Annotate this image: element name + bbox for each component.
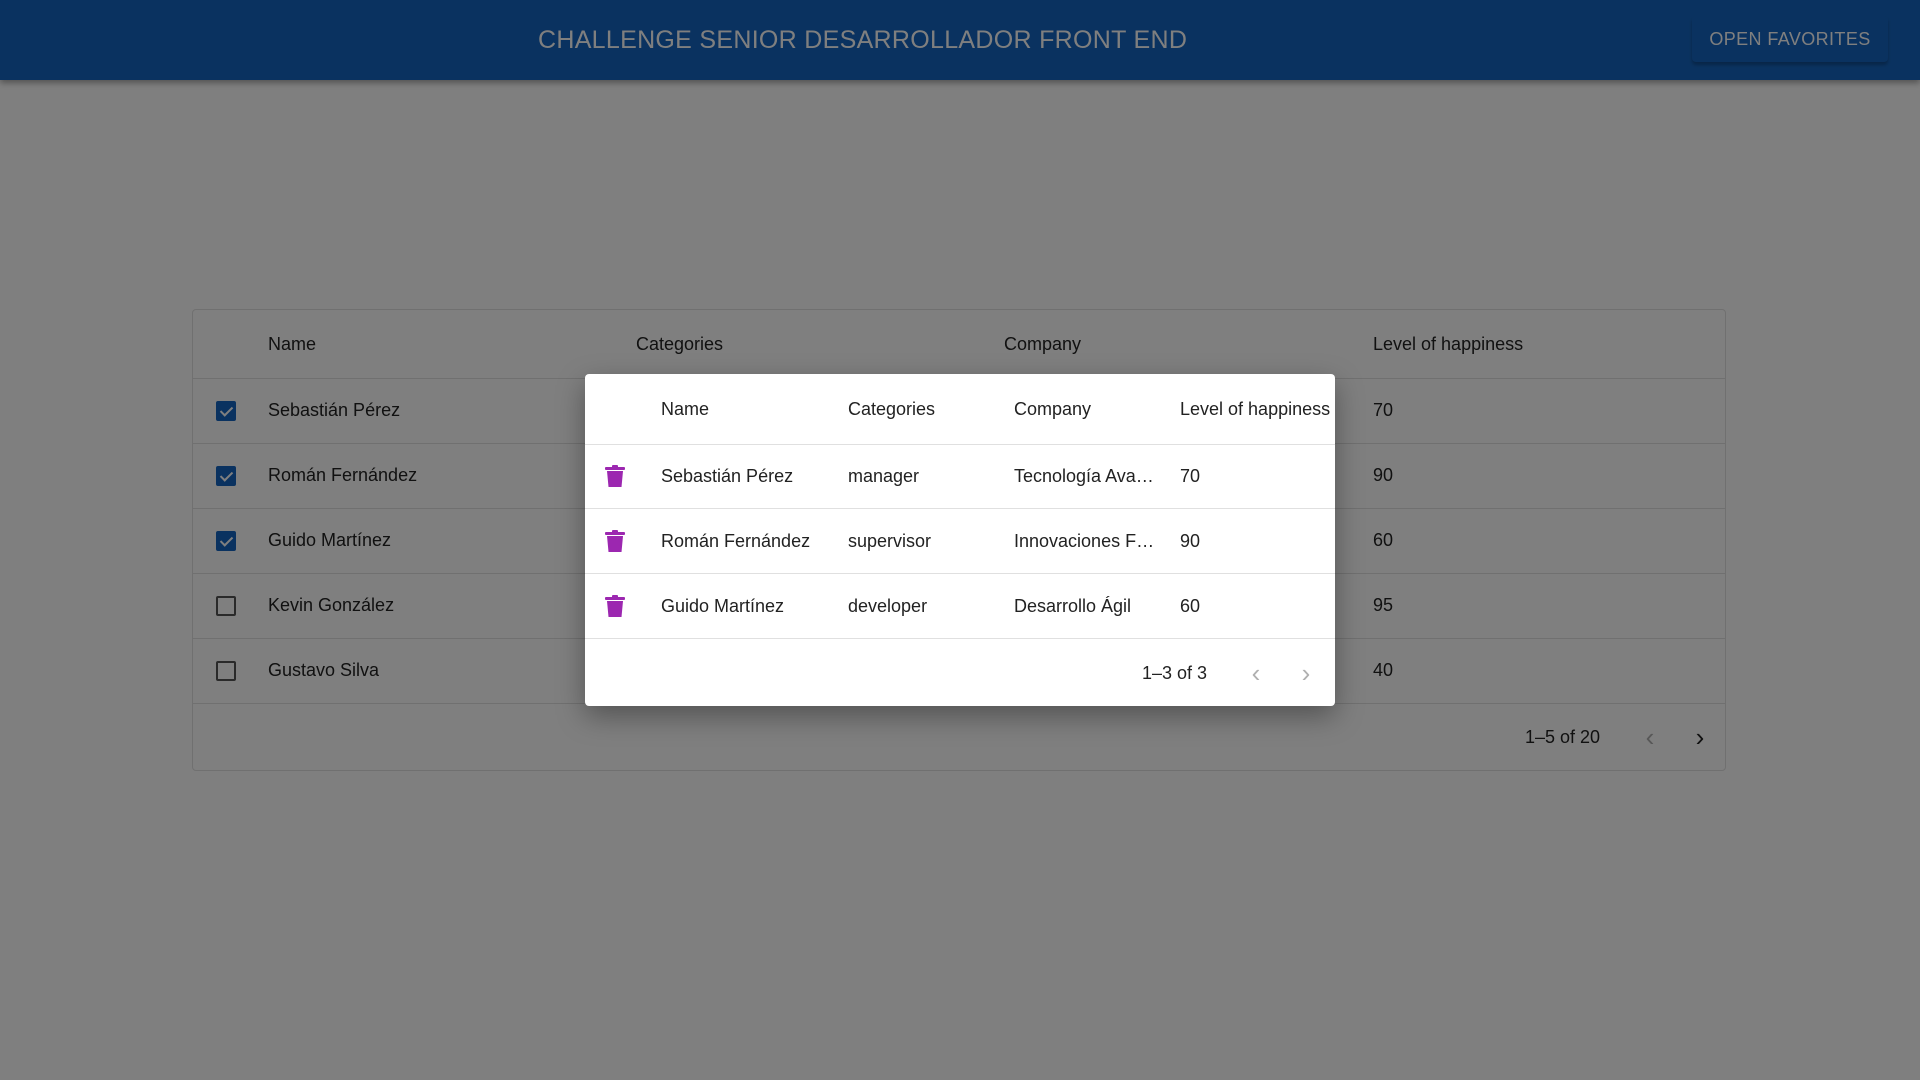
pagination-label: 1–3 of 3: [1142, 663, 1208, 683]
chevron-right-icon: ›: [1301, 657, 1311, 688]
favorites-modal: Name Categories Company Level of happine…: [585, 374, 1335, 706]
chevron-left-icon: ‹: [1251, 657, 1261, 688]
favorite-company: Tecnología Ava…: [1014, 466, 1154, 486]
trash-icon[interactable]: [603, 594, 627, 618]
favorite-row: Sebastián Pérez manager Tecnología Ava… …: [585, 444, 1335, 509]
previous-page-button[interactable]: ‹: [1236, 653, 1276, 693]
favorite-name: Román Fernández: [661, 531, 811, 551]
column-header-happiness[interactable]: Level of happiness: [1180, 374, 1330, 444]
favorites-grid-header: Name Categories Company Level of happine…: [585, 374, 1335, 445]
favorite-category: developer: [848, 596, 928, 616]
favorites-pagination: 1–3 of 3 ‹ ›: [585, 640, 1335, 706]
favorite-row: Guido Martínez developer Desarrollo Ágil…: [585, 574, 1335, 639]
favorite-company: Innovaciones F…: [1014, 531, 1155, 551]
next-page-button[interactable]: ›: [1286, 653, 1326, 693]
favorite-happiness: 90: [1180, 531, 1201, 551]
favorite-happiness: 70: [1180, 466, 1201, 486]
favorite-company: Desarrollo Ágil: [1014, 596, 1132, 616]
favorite-category: supervisor: [848, 531, 932, 551]
favorite-name: Sebastián Pérez: [661, 466, 794, 486]
favorite-name: Guido Martínez: [661, 596, 785, 616]
trash-icon[interactable]: [603, 529, 627, 553]
trash-icon[interactable]: [603, 464, 627, 488]
favorite-row: Román Fernández supervisor Innovaciones …: [585, 509, 1335, 574]
column-header-company[interactable]: Company: [1014, 374, 1091, 444]
column-header-name[interactable]: Name: [661, 374, 709, 444]
favorite-category: manager: [848, 466, 920, 486]
column-header-categories[interactable]: Categories: [848, 374, 935, 444]
favorite-happiness: 60: [1180, 596, 1201, 616]
